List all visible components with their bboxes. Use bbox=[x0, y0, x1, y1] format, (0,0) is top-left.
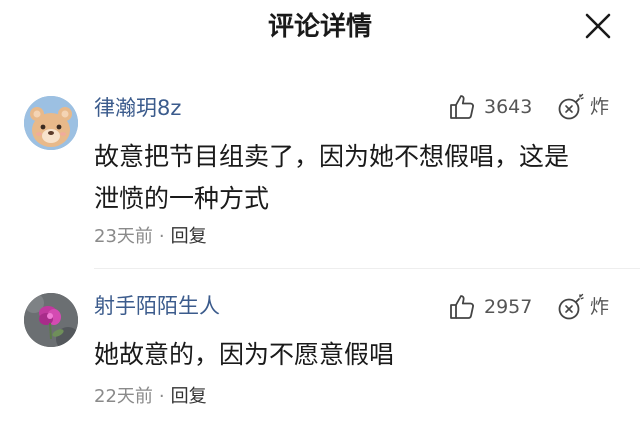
avatar[interactable] bbox=[24, 293, 78, 347]
like-button[interactable]: 2957 bbox=[448, 292, 532, 322]
timestamp: 22天前 bbox=[94, 386, 153, 407]
separator-dot: · bbox=[158, 386, 165, 407]
bomb-icon bbox=[558, 293, 584, 320]
thumbs-up-icon bbox=[450, 295, 474, 319]
comment-text-line: 她故意的，因为不愿意假唱 bbox=[94, 340, 395, 369]
comment-item: 射手陌陌生人 2957 炸 她故意的，因为不愿意假唱 22天前 · 回复 bbox=[0, 0, 640, 428]
comment-meta: 22天前 · 回复 bbox=[94, 384, 207, 410]
bomb-reaction-button[interactable]: 炸 bbox=[556, 292, 609, 322]
reply-button[interactable]: 回复 bbox=[171, 386, 207, 407]
reaction-label: 炸 bbox=[590, 296, 610, 318]
username[interactable]: 射手陌陌生人 bbox=[94, 292, 220, 320]
like-count: 2957 bbox=[484, 296, 533, 318]
flower-avatar-image bbox=[24, 293, 78, 347]
comment-text: 她故意的，因为不愿意假唱 bbox=[94, 334, 614, 376]
